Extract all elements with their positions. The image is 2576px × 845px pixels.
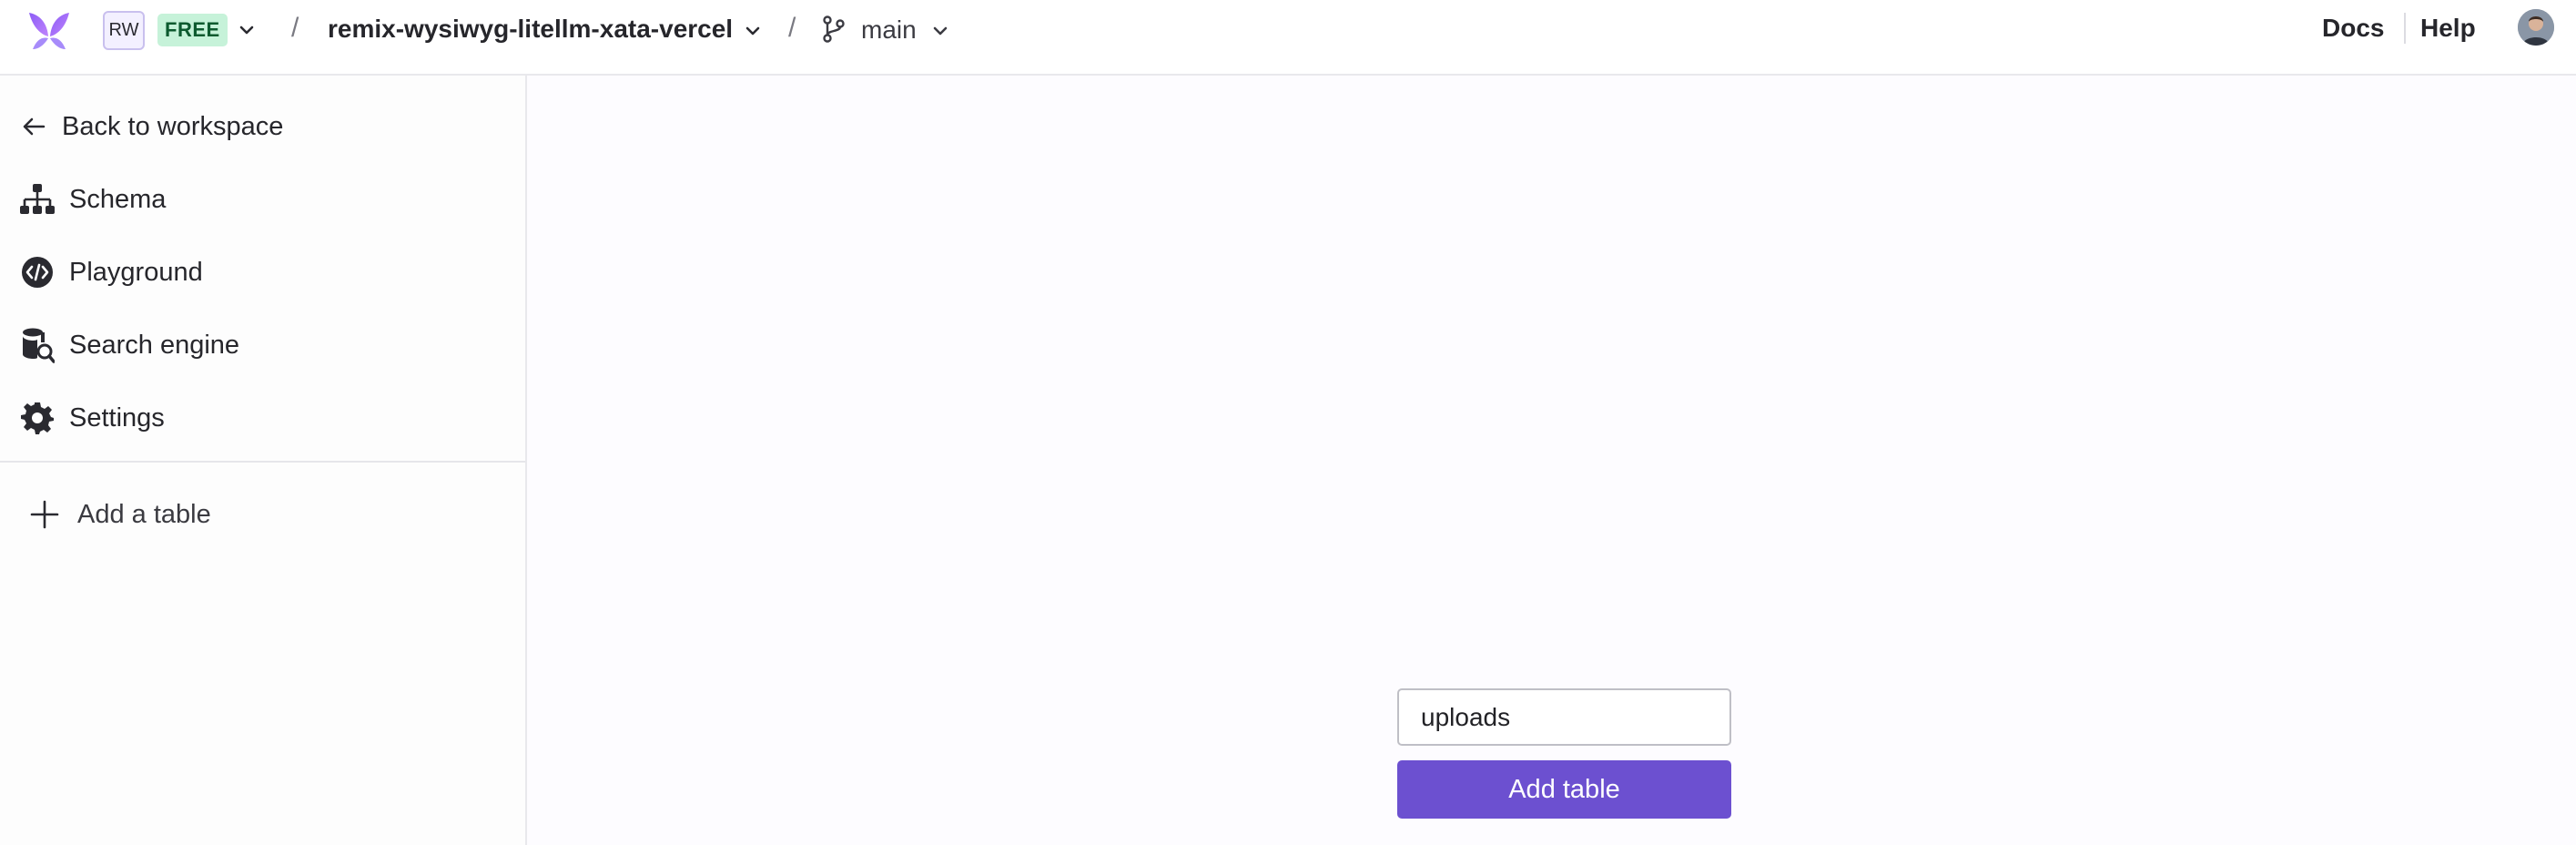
sidebar-item-label: Schema xyxy=(69,184,167,214)
plan-badge: FREE xyxy=(157,14,228,46)
git-branch-icon xyxy=(823,15,845,43)
playground-icon xyxy=(18,253,56,291)
database-chevron-down-icon[interactable] xyxy=(743,21,763,41)
gear-icon xyxy=(18,399,56,437)
sidebar-divider xyxy=(0,461,525,463)
top-divider xyxy=(2404,13,2406,44)
sidebar-item-schema[interactable]: Schema xyxy=(0,168,525,231)
branch-chevron-down-icon[interactable] xyxy=(930,21,950,41)
sidebar-item-settings[interactable]: Settings xyxy=(0,386,525,450)
database-selector[interactable]: remix-wysiwyg-litellm-xata-vercel xyxy=(328,15,733,44)
arrow-left-icon xyxy=(15,107,53,146)
sidebar: Back to workspace Schema Playground Sear… xyxy=(0,76,527,845)
add-a-table-button[interactable]: Add a table xyxy=(0,483,525,546)
plus-icon xyxy=(25,495,64,534)
search-engine-icon xyxy=(18,326,56,364)
schema-icon xyxy=(18,180,56,219)
docs-link[interactable]: Docs xyxy=(2322,14,2384,43)
xata-logo-icon[interactable] xyxy=(27,11,71,51)
workspace-chevron-down-icon[interactable] xyxy=(237,20,257,40)
user-photo-icon xyxy=(2518,9,2554,46)
table-name-input[interactable] xyxy=(1397,688,1731,746)
sidebar-item-label: Playground xyxy=(69,257,203,287)
back-to-workspace-label: Back to workspace xyxy=(62,111,284,141)
help-link[interactable]: Help xyxy=(2420,14,2476,43)
branch-selector[interactable]: main xyxy=(861,15,917,45)
workspace-avatar[interactable]: RW xyxy=(103,11,145,50)
breadcrumb-separator: / xyxy=(291,13,299,43)
sidebar-item-label: Search engine xyxy=(69,330,240,360)
add-table-button[interactable]: Add table xyxy=(1397,760,1731,819)
back-to-workspace-link[interactable]: Back to workspace xyxy=(0,95,525,158)
user-avatar[interactable] xyxy=(2518,9,2554,46)
sidebar-item-search-engine[interactable]: Search engine xyxy=(0,313,525,377)
breadcrumb-separator: / xyxy=(788,13,796,43)
workspace-initials: RW xyxy=(108,20,139,40)
add-a-table-label: Add a table xyxy=(77,499,211,529)
sidebar-item-label: Settings xyxy=(69,402,165,433)
top-bar: RW FREE / remix-wysiwyg-litellm-xata-ver… xyxy=(0,0,2576,76)
sidebar-item-playground[interactable]: Playground xyxy=(0,240,525,304)
